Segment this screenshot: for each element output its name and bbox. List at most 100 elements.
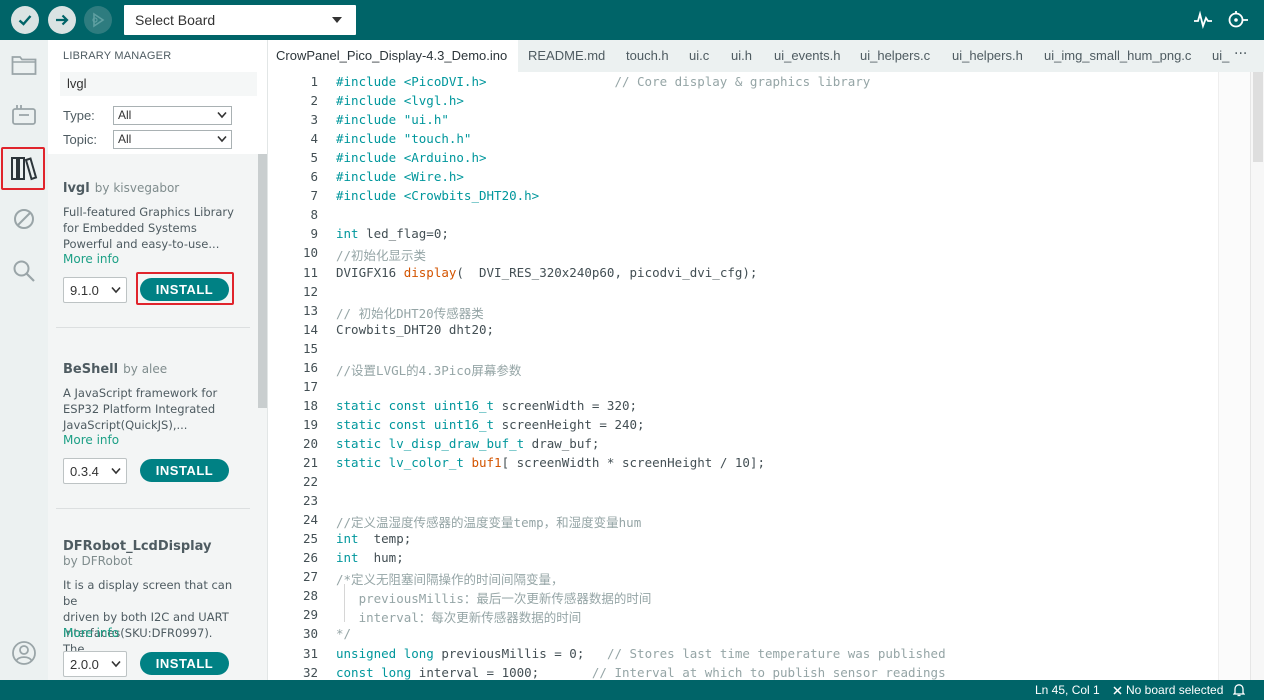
code-token: static const uint16_t <box>336 398 495 413</box>
code-token: interval = 1000; <box>411 665 592 680</box>
debugger-button[interactable] <box>8 203 40 235</box>
tab-touch-h[interactable]: touch.h <box>626 40 669 72</box>
code-token: static const uint16_t <box>336 417 495 432</box>
code-token: interval：每次更新传感器数据的时间 <box>336 610 582 625</box>
code-editor[interactable]: 1 2 3 4 5 6 7 8 9 10 11 12 13 14 15 16 17 18 19 20 21 22 23 24 2… <box>268 72 1264 680</box>
chevron-down-icon <box>111 660 121 668</box>
line-number: 10 <box>302 245 318 260</box>
line-number: 8 <box>310 207 318 222</box>
serial-plotter-icon[interactable] <box>1193 10 1213 30</box>
version-select[interactable]: 0.3.4 <box>63 458 127 484</box>
bell-icon[interactable] <box>1233 683 1245 697</box>
more-info-link[interactable]: More info <box>63 626 248 640</box>
code-line[interactable]: //定义温湿度传感器的温度变量temp，和湿度变量hum <box>336 512 641 531</box>
chevron-down-icon <box>217 135 227 143</box>
code-line[interactable]: int hum; <box>336 550 404 565</box>
minimap[interactable] <box>1218 72 1250 680</box>
code-line[interactable]: const long interval = 1000; // Interval … <box>336 665 946 680</box>
code-line[interactable]: #include <Wire.h> <box>336 169 464 184</box>
cursor-position[interactable]: Ln 45, Col 1 <box>1035 683 1100 697</box>
tab-ui-c[interactable]: ui.c <box>689 40 709 72</box>
tab-main-sketch[interactable]: CrowPanel_Pico_Display-4.3_Demo.ino <box>268 40 518 72</box>
tab-ui-h[interactable]: ui.h <box>731 40 752 72</box>
code-line[interactable]: interval：每次更新传感器数据的时间 <box>336 607 582 626</box>
chevron-down-icon <box>111 467 121 475</box>
board-select[interactable]: Select Board <box>124 5 356 35</box>
board-status[interactable]: No board selected <box>1126 683 1223 697</box>
code-token: buf1 <box>471 455 502 470</box>
line-number: 18 <box>302 398 318 413</box>
code-line[interactable]: //设置LVGL的4.3Pico屏幕参数 <box>336 360 521 379</box>
line-number: 6 <box>310 169 318 184</box>
toolbar: Select Board <box>0 0 1264 40</box>
code-line[interactable]: //初始化显示类 <box>336 245 426 264</box>
type-filter-select[interactable]: All <box>113 106 232 125</box>
code-line[interactable]: */ <box>336 626 351 641</box>
line-number: 29 <box>302 607 318 622</box>
code-line[interactable]: static const uint16_t screenWidth = 320; <box>336 398 637 413</box>
code-line[interactable]: #include <Crowbits_DHT20.h> <box>336 188 539 203</box>
library-search-input[interactable]: lvgl <box>60 72 257 96</box>
code-line[interactable]: static lv_color_t buf1[ screenWidth * sc… <box>336 455 765 470</box>
line-number: 9 <box>310 226 318 241</box>
code-line[interactable]: #include <PicoDVI.h> // Core display & g… <box>336 74 870 89</box>
code-token: int <box>336 550 359 565</box>
code-line[interactable]: int led_flag=0; <box>336 226 449 241</box>
code-line[interactable]: // 初始化DHT20传感器类 <box>336 303 484 322</box>
topic-filter-select[interactable]: All <box>113 130 232 149</box>
code-line[interactable]: #include <lvgl.h> <box>336 93 464 108</box>
verify-button[interactable] <box>11 6 39 34</box>
code-line[interactable]: DVIGFX16 display( DVI_RES_320x240p60, pi… <box>336 265 757 280</box>
chevron-down-icon <box>332 17 342 23</box>
code-line[interactable]: previousMillis：最后一次更新传感器数据的时间 <box>336 588 652 607</box>
library-item-beshell: BeShell by alee <box>63 358 248 377</box>
code-line[interactable]: int temp; <box>336 531 411 546</box>
version-select[interactable]: 9.1.0 <box>63 277 127 303</box>
library-description: Full-featured Graphics Library for Embed… <box>63 204 248 252</box>
editor-scrollbar-thumb[interactable] <box>1253 72 1263 162</box>
tab-ui-truncated[interactable]: ui_ <box>1212 40 1230 72</box>
more-info-link[interactable]: More info <box>63 252 248 266</box>
code-token: static lv_disp_draw_buf_t <box>336 436 525 451</box>
more-tabs-button[interactable]: ··· <box>1234 46 1247 62</box>
editor-tabs: CrowPanel_Pico_Display-4.3_Demo.ino READ… <box>268 40 1264 72</box>
version-select[interactable]: 2.0.0 <box>63 651 127 677</box>
code-token: ( DVI_RES_320x240p60, picodvi_dvi_cfg); <box>456 265 758 280</box>
divider <box>56 508 250 509</box>
code-token: //初始化显示类 <box>336 248 427 263</box>
debug-button[interactable] <box>84 6 112 34</box>
code-token: display <box>403 265 457 280</box>
tab-ui-img-small-hum[interactable]: ui_img_small_hum_png.c <box>1044 40 1191 72</box>
code-line[interactable]: unsigned long previousMillis = 0; // Sto… <box>336 646 946 661</box>
install-button[interactable]: INSTALL <box>140 459 229 482</box>
tab-ui-helpers-c[interactable]: ui_helpers.c <box>860 40 930 72</box>
chevron-down-icon <box>111 286 121 294</box>
code-token: static lv_color_t <box>336 455 472 470</box>
code-line[interactable]: #include "touch.h" <box>336 131 471 146</box>
serial-monitor-icon[interactable] <box>1226 10 1250 30</box>
panel-title: LIBRARY MANAGER <box>63 50 172 62</box>
code-line[interactable]: Crowbits_DHT20 dht20; <box>336 322 494 337</box>
code-token: //设置LVGL的4.3Pico屏幕参数 <box>336 363 522 378</box>
more-info-link[interactable]: More info <box>63 433 248 447</box>
install-button[interactable]: INSTALL <box>140 652 229 675</box>
tab-ui-events-h[interactable]: ui_events.h <box>774 40 841 72</box>
boards-manager-button[interactable] <box>8 99 40 131</box>
sketchbook-button[interactable] <box>8 49 40 81</box>
code-line[interactable]: /*定义无阻塞间隔操作的时间间隔变量， <box>336 569 564 588</box>
code-line[interactable]: #include "ui.h" <box>336 112 449 127</box>
search-button[interactable] <box>8 255 40 287</box>
upload-button[interactable] <box>48 6 76 34</box>
arrow-right-icon <box>56 14 69 26</box>
code-token: // Core display & graphics library <box>486 74 871 89</box>
tab-readme[interactable]: README.md <box>528 40 605 72</box>
desc-line: A JavaScript framework for <box>63 386 218 400</box>
library-scrollbar[interactable] <box>258 154 267 408</box>
code-line[interactable]: #include <Arduino.h> <box>336 150 487 165</box>
editor-scrollbar[interactable] <box>1250 72 1264 680</box>
code-line[interactable]: static lv_disp_draw_buf_t draw_buf; <box>336 436 599 451</box>
code-line[interactable]: static const uint16_t screenHeight = 240… <box>336 417 645 432</box>
account-button[interactable] <box>8 637 40 669</box>
version-value: 2.0.0 <box>70 657 99 672</box>
tab-ui-helpers-h[interactable]: ui_helpers.h <box>952 40 1023 72</box>
